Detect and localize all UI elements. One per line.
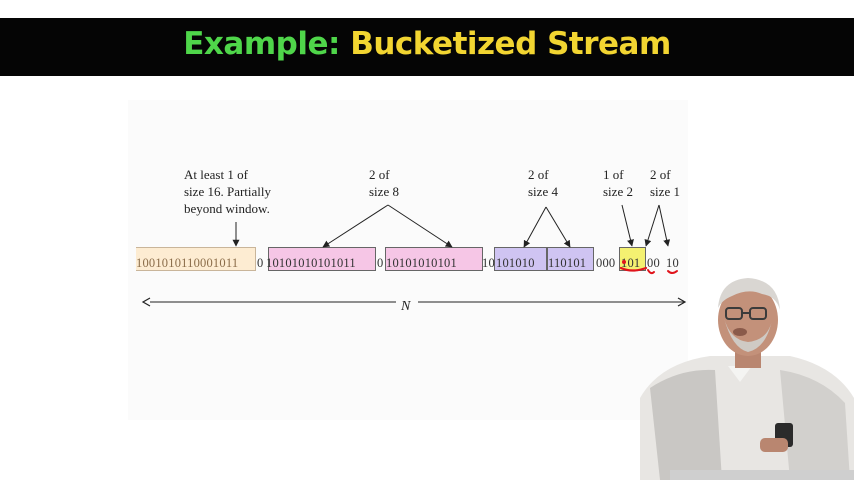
presenter-video — [640, 278, 854, 480]
